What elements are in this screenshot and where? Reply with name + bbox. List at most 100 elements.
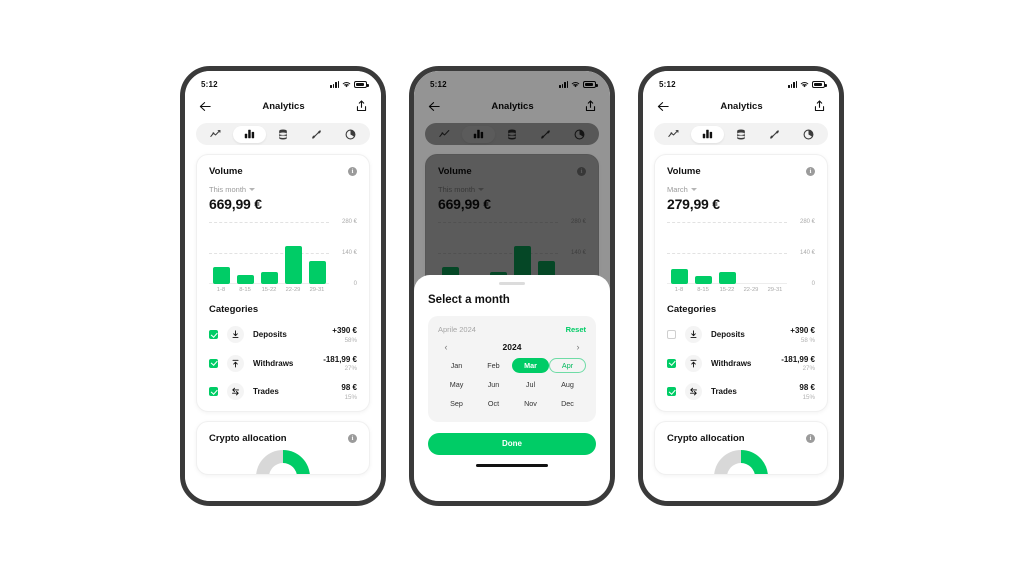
volume-title: Volume — [667, 166, 701, 177]
bar — [670, 268, 688, 284]
back-arrow-icon[interactable] — [199, 101, 211, 112]
bar-slot — [763, 222, 787, 284]
chevron-left-icon[interactable]: ‹ — [440, 342, 452, 352]
current-selection-label: Aprile 2024 — [438, 324, 476, 334]
crypto-allocation-card[interactable]: Crypto allocation i — [654, 420, 828, 475]
bar — [694, 275, 712, 284]
table-row[interactable]: Withdraws -181,99 € 27% — [209, 354, 357, 372]
analytics-tab-bar[interactable] — [654, 123, 828, 145]
table-row[interactable]: Trades 98 € 15% — [667, 383, 815, 401]
month-cell-aug[interactable]: Aug — [549, 377, 586, 392]
app-screen: 5:12 Analytics — [185, 71, 381, 501]
info-icon[interactable]: i — [348, 167, 357, 176]
category-checkbox-trades[interactable] — [209, 387, 218, 397]
table-row[interactable]: Deposits +390 € 58 % — [667, 326, 815, 344]
category-label: Trades — [711, 387, 737, 397]
bar-slot — [305, 222, 329, 284]
month-cell-sep[interactable]: Sep — [438, 396, 475, 411]
info-icon[interactable]: i — [806, 167, 815, 176]
x-tick: 8-15 — [239, 287, 251, 293]
table-row[interactable]: Withdraws -181,99 € 27% — [667, 354, 815, 372]
category-checkbox-withdraws[interactable] — [667, 358, 676, 368]
category-checkbox-deposits[interactable] — [209, 330, 218, 340]
tab-performance[interactable] — [199, 126, 233, 143]
tab-balance[interactable] — [266, 126, 300, 143]
category-percent: 58 % — [800, 336, 815, 344]
month-cell-feb[interactable]: Feb — [475, 358, 512, 373]
month-cell-mar[interactable]: Mar — [512, 357, 549, 373]
month-cell-jul[interactable]: Jul — [512, 377, 549, 392]
bar-group — [209, 222, 329, 284]
page-title: Analytics — [720, 100, 763, 112]
period-label: This month — [209, 185, 247, 194]
download-arrow-icon — [685, 326, 702, 344]
category-values: +390 € 58 % — [790, 326, 815, 344]
x-tick: 15-22 — [719, 287, 735, 293]
month-cell-apr[interactable]: Apr — [549, 357, 586, 373]
month-cell-may[interactable]: May — [438, 377, 475, 392]
category-percent: 27% — [344, 365, 357, 372]
category-label: Withdraws — [711, 358, 752, 368]
month-cell-dec[interactable]: Dec — [549, 396, 586, 411]
nav-bar: Analytics — [643, 93, 839, 119]
bar-slot — [691, 222, 715, 284]
period-label: March — [667, 185, 688, 194]
donut-chart-icon — [256, 449, 310, 474]
bar — [308, 260, 326, 284]
category-amount: 98 € — [799, 383, 815, 392]
line-chart-icon — [668, 130, 679, 137]
tab-trades[interactable] — [758, 126, 792, 143]
bar-group — [667, 222, 787, 284]
table-row[interactable]: Deposits +390 € 58% — [209, 326, 357, 344]
tab-trades[interactable] — [300, 126, 334, 143]
share-upload-icon[interactable] — [814, 100, 825, 112]
home-indicator — [476, 463, 548, 467]
pie-chart-icon — [803, 129, 814, 139]
status-bar: 5:12 — [643, 71, 839, 93]
x-tick: 8-15 — [697, 287, 709, 293]
volume-amount: 279,99 € — [667, 196, 720, 212]
share-upload-icon[interactable] — [356, 100, 367, 112]
bar-slot — [257, 222, 281, 284]
category-checkbox-withdraws[interactable] — [209, 358, 218, 368]
category-label: Deposits — [253, 330, 287, 340]
tab-balance[interactable] — [724, 126, 758, 143]
crypto-allocation-card[interactable]: Crypto allocation i — [196, 420, 370, 475]
tab-volume[interactable] — [232, 125, 267, 143]
sheet-title: Select a month — [428, 293, 510, 306]
reset-button[interactable]: Reset — [566, 325, 586, 334]
sheet-grabber[interactable] — [499, 282, 525, 285]
x-axis-labels: 1-8 8-15 15-22 22-29 29-31 — [209, 287, 357, 293]
tab-allocation[interactable] — [333, 126, 367, 143]
nav-bar: Analytics — [185, 93, 381, 119]
screenshot-canvas: 5:12 Analytics Volume i This month 669,9… — [0, 0, 1024, 576]
category-amount: +390 € — [332, 326, 357, 335]
category-checkbox-deposits[interactable] — [667, 330, 676, 340]
tab-allocation[interactable] — [791, 126, 825, 143]
volume-amount: 669,99 € — [209, 196, 262, 212]
tab-performance[interactable] — [657, 126, 691, 143]
bar — [236, 275, 254, 284]
month-cell-nov[interactable]: Nov — [512, 396, 549, 411]
period-selector[interactable]: This month — [209, 185, 357, 194]
category-checkbox-trades[interactable] — [667, 387, 676, 397]
table-row[interactable]: Trades 98 € 15% — [209, 383, 357, 401]
upload-arrow-icon — [227, 354, 244, 372]
month-cell-jun[interactable]: Jun — [475, 377, 512, 392]
analytics-tab-bar[interactable] — [196, 123, 370, 145]
coins-stack-icon — [737, 129, 745, 139]
category-amount: +390 € — [790, 326, 815, 335]
status-time: 5:12 — [659, 79, 676, 89]
done-button[interactable]: Done — [428, 432, 596, 455]
month-cell-jan[interactable]: Jan — [438, 358, 475, 373]
chevron-right-icon[interactable]: › — [572, 342, 584, 352]
x-tick: 29-31 — [767, 287, 783, 293]
upload-arrow-icon — [685, 354, 702, 372]
info-icon[interactable]: i — [806, 433, 815, 443]
tab-volume[interactable] — [690, 125, 725, 143]
month-cell-oct[interactable]: Oct — [475, 396, 512, 411]
back-arrow-icon[interactable] — [657, 101, 669, 112]
info-icon[interactable]: i — [348, 433, 357, 443]
period-selector[interactable]: March — [667, 185, 815, 194]
category-percent: 15% — [802, 393, 815, 401]
